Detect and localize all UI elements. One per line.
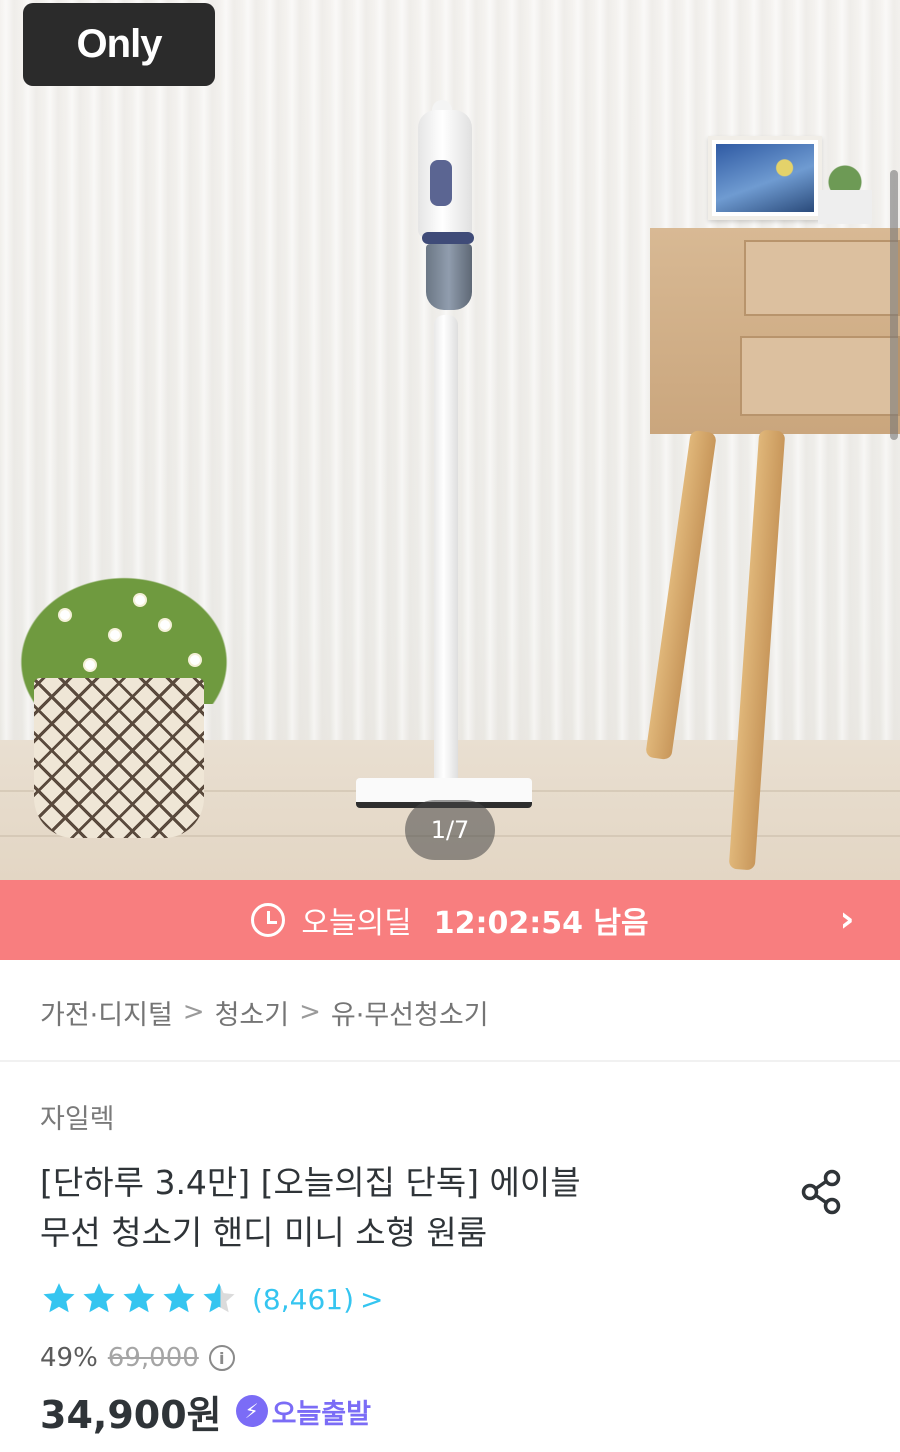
rating-row[interactable]: (8,461) > (40, 1276, 383, 1322)
half-star-icon (203, 1283, 235, 1313)
delivery-badge-label: 오늘출발 (271, 1398, 371, 1430)
flower (160, 620, 170, 630)
only-badge: Only (23, 3, 215, 86)
star-icon (43, 1283, 75, 1313)
star-icon (123, 1283, 155, 1313)
desk-drawer (744, 240, 900, 316)
flower (135, 595, 145, 605)
flower (110, 630, 120, 640)
product-image-carousel[interactable]: Only 1/7 (0, 0, 900, 880)
flower (60, 610, 70, 620)
lightning-icon: ⚡ (235, 1395, 268, 1427)
vacuum-ring (422, 232, 474, 244)
vacuum-dust-cup (426, 244, 472, 310)
review-count[interactable]: (8,461) (252, 1283, 354, 1316)
breadcrumb-item[interactable]: 유·무선청소기 (331, 993, 489, 1032)
product-title-line: 무선 청소기 핸디 미니 소형 원룸 (40, 1213, 488, 1252)
chevron-right-icon: > (182, 997, 205, 1027)
info-icon[interactable]: i (208, 1345, 235, 1371)
original-price: 69,000 (107, 1343, 199, 1373)
today-deal-bar[interactable]: 오늘의딜 12:02:54 남음 › (0, 880, 900, 960)
discount-rate: 49% (40, 1343, 98, 1373)
plant-pot (818, 190, 872, 224)
final-price: 34,900원 (40, 1392, 222, 1437)
brand-name[interactable]: 자일렉 (40, 1097, 115, 1136)
price-row: 49% 69,000 i (40, 1340, 235, 1376)
breadcrumb-item[interactable]: 가전·디지털 (40, 993, 173, 1032)
vacuum-pole (434, 315, 458, 793)
chevron-right-icon[interactable]: › (832, 902, 862, 938)
star-icon (83, 1283, 115, 1313)
flower (85, 660, 95, 670)
chevron-right-icon: > (299, 997, 321, 1027)
star-icon (163, 1283, 195, 1313)
succulent-plant (824, 154, 866, 194)
vacuum-button-panel (430, 160, 452, 206)
desk-drawer (740, 336, 900, 416)
share-icon[interactable] (796, 1166, 848, 1218)
breadcrumb: 가전·디지털 > 청소기 > 유·무선청소기 (40, 992, 489, 1032)
product-title: [단하루 3.4만] [오늘의집 단독] 에이블 무선 청소기 핸디 미니 소형… (40, 1158, 740, 1258)
today-delivery-badge: ⚡ 오늘출발 (235, 1392, 371, 1431)
image-pager: 1/7 (405, 800, 495, 860)
breadcrumb-item[interactable]: 청소기 (215, 993, 290, 1032)
wire-basket (34, 678, 204, 838)
deal-countdown: 12:02:54 남음 (433, 906, 649, 941)
deal-label: 오늘의딜 (301, 906, 412, 941)
clock-icon (251, 903, 286, 937)
flower (190, 655, 200, 665)
picture-frame (708, 136, 822, 220)
chevron-right-icon: > (360, 1282, 384, 1316)
final-price-row: 34,900원 ⚡ 오늘출발 (40, 1386, 371, 1437)
product-title-line: [단하루 3.4만] [오늘의집 단독] 에이블 (40, 1163, 581, 1202)
divider (0, 1060, 900, 1062)
star-rating (40, 1280, 238, 1318)
scrollbar-thumb[interactable] (890, 170, 898, 440)
